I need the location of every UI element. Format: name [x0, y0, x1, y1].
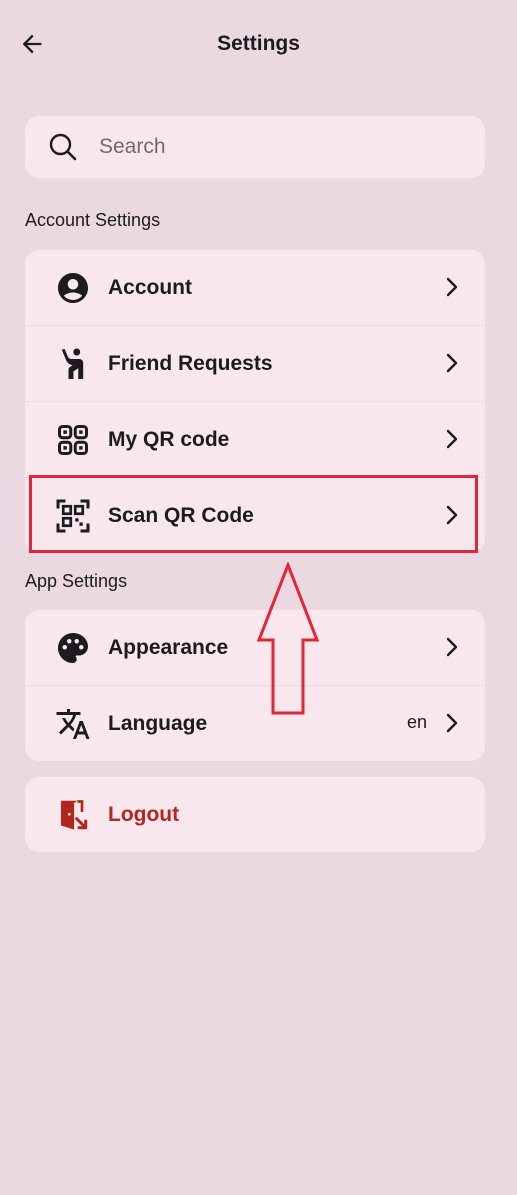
logout-button[interactable]: Logout — [25, 777, 485, 852]
settings-item-label: Language — [108, 711, 208, 735]
qr-code-icon — [53, 420, 93, 460]
settings-item-appearance[interactable]: Appearance — [25, 610, 485, 685]
settings-item-language[interactable]: Language en — [25, 685, 485, 761]
waving-person-icon — [53, 344, 93, 384]
top-app-bar: Settings — [0, 0, 517, 90]
account-settings-heading: Account Settings — [25, 210, 161, 230]
chevron-right-icon — [446, 353, 458, 373]
search-bar[interactable] — [25, 116, 485, 178]
qr-scan-icon — [53, 496, 93, 536]
chevron-right-icon — [446, 505, 458, 525]
logout-card: Logout — [25, 777, 485, 852]
account-settings-card: Account Friend Requests My QR code Scan … — [25, 250, 485, 553]
settings-item-label: Scan QR Code — [108, 503, 254, 527]
settings-item-account[interactable]: Account — [25, 250, 485, 325]
translate-icon — [53, 704, 93, 744]
chevron-right-icon — [446, 713, 458, 733]
chevron-right-icon — [446, 277, 458, 297]
search-input[interactable] — [97, 134, 441, 160]
app-settings-card: Appearance Language en — [25, 610, 485, 761]
chevron-right-icon — [446, 429, 458, 449]
logout-label: Logout — [108, 802, 180, 826]
settings-item-label: My QR code — [108, 427, 230, 451]
settings-item-friend-requests[interactable]: Friend Requests — [25, 325, 485, 401]
settings-item-label: Appearance — [108, 635, 229, 659]
language-value: en — [406, 712, 427, 732]
page-title: Settings — [217, 32, 300, 55]
logout-icon — [53, 795, 93, 835]
search-icon — [47, 131, 79, 163]
app-settings-heading: App Settings — [25, 571, 128, 591]
palette-icon — [53, 628, 93, 668]
settings-item-label: Friend Requests — [108, 351, 273, 375]
settings-item-label: Account — [108, 275, 192, 299]
account-circle-icon — [53, 268, 93, 308]
settings-item-scan-qr-code[interactable]: Scan QR Code — [25, 477, 485, 553]
settings-item-my-qr-code[interactable]: My QR code — [25, 401, 485, 477]
chevron-right-icon — [446, 637, 458, 657]
